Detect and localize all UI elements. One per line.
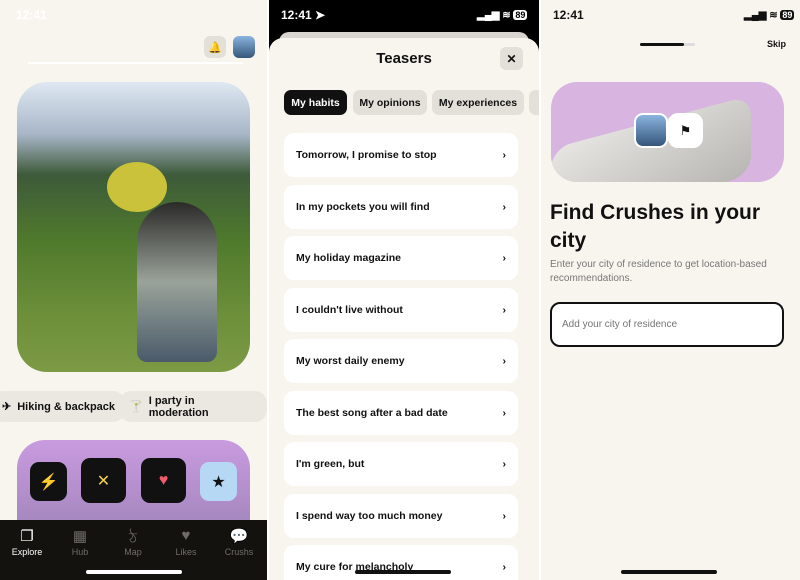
tab-label: Explore xyxy=(11,547,43,557)
progress-fill xyxy=(640,43,684,46)
tab-crushs[interactable]: 💬 Crushs xyxy=(214,527,264,557)
chevron-right-icon: › xyxy=(502,561,507,573)
teaser-item[interactable]: My holiday magazine › xyxy=(284,236,518,280)
chevron-right-icon: › xyxy=(502,200,507,213)
category-more[interactable] xyxy=(529,90,539,115)
teaser-item[interactable]: Tomorrow, I promise to stop › xyxy=(284,133,518,177)
star-icon: ★ xyxy=(211,473,226,491)
superlike-button[interactable]: ★ xyxy=(200,462,237,501)
home-indicator xyxy=(86,570,182,574)
interest-chip: ✈ Hiking & backpack xyxy=(0,391,126,422)
chevron-right-icon: › xyxy=(502,406,507,419)
like-button[interactable]: ♥ xyxy=(141,458,186,503)
tab-bar: ❐ Explore ▦ Hub ঠ Map ♥ Likes 💬 Crushs xyxy=(0,520,267,580)
onboarding-screen: 12:41 ▂▄▆ ≋ 89 Skip ⚑ Find Crushes in yo… xyxy=(541,0,800,580)
battery: 89 xyxy=(513,10,528,20)
chip-label: I party in moderation xyxy=(148,394,209,419)
page-title: Find Crushes in your city xyxy=(550,201,761,252)
chevron-right-icon: › xyxy=(502,149,507,161)
chevron-right-icon: › xyxy=(502,252,507,264)
teaser-item[interactable]: I couldn't live without › xyxy=(284,287,518,332)
home-indicator xyxy=(355,570,451,574)
chip-label: Hiking & backpack xyxy=(17,400,116,413)
category-my-opinions[interactable]: My opinions xyxy=(353,90,427,115)
party-icon: 🍸 xyxy=(129,401,143,413)
close-button[interactable]: ✕ xyxy=(500,47,523,70)
battery: 89 xyxy=(780,10,795,20)
close-icon: ✕ xyxy=(506,51,517,66)
chevron-right-icon: › xyxy=(502,355,507,367)
tab-label: Map xyxy=(124,547,142,557)
notifications-button[interactable]: 🔔 xyxy=(204,36,226,58)
pass-button[interactable]: ✕ xyxy=(81,458,126,503)
heart-icon: ♥ xyxy=(181,527,191,544)
photo-flowers xyxy=(107,162,167,212)
chevron-right-icon: › xyxy=(502,303,507,316)
status-time: 12:41 xyxy=(16,8,47,22)
grid-icon: ▦ xyxy=(72,528,88,545)
onboarding-progress xyxy=(640,43,695,46)
x-icon: ✕ xyxy=(96,472,111,490)
teaser-label: Tomorrow, I promise to stop xyxy=(296,149,437,161)
teasers-screen: 12:41 ➤ ▂▄▆ ≋ 89 Teasers ✕ My habits My … xyxy=(269,0,539,580)
tab-explore[interactable]: ❐ Explore xyxy=(2,527,52,557)
time: 12:41 xyxy=(281,8,312,22)
flag-icon: ⚑ xyxy=(668,113,703,148)
teaser-label: My holiday magazine xyxy=(296,252,402,264)
card-progress-indicator xyxy=(28,62,243,64)
bolt-icon: ⚡ xyxy=(38,473,59,491)
teaser-item[interactable]: My worst daily enemy › xyxy=(284,339,518,383)
teaser-label: The best song after a bad date xyxy=(296,406,448,419)
tab-label: Hub xyxy=(71,547,89,557)
tab-map[interactable]: ঠ Map xyxy=(108,527,158,557)
tab-label: Crushs xyxy=(224,547,254,557)
city-input[interactable] xyxy=(550,302,784,347)
teaser-label: I spend way too much money xyxy=(296,509,443,522)
tab-label: Likes xyxy=(175,547,197,557)
tab-likes[interactable]: ♥ Likes xyxy=(161,527,211,557)
status-time: 12:41 xyxy=(553,8,584,22)
boost-button[interactable]: ⚡ xyxy=(30,462,67,501)
teaser-item[interactable]: I spend way too much money › xyxy=(284,493,518,538)
status-icons: ▂▄▆ ≋ 89 xyxy=(477,10,528,21)
home-indicator xyxy=(621,570,717,574)
teaser-item[interactable]: The best song after a bad date › xyxy=(284,390,518,435)
teaser-label: I couldn't live without xyxy=(296,303,403,316)
chevron-right-icon: › xyxy=(502,458,507,470)
map-icon: ঠ xyxy=(128,530,138,547)
skip-button[interactable]: Skip xyxy=(767,39,786,49)
profile-photo[interactable] xyxy=(17,82,250,372)
status-icons: ▂▄▆ ≋ 89 xyxy=(744,10,795,21)
page-subtitle: Enter your city of residence to get loca… xyxy=(550,259,767,284)
teaser-label: In my pockets you will find xyxy=(296,200,430,213)
teaser-item[interactable]: I'm green, but › xyxy=(284,442,518,486)
explore-icon: ❐ xyxy=(20,528,34,545)
bell-icon: 🔔 xyxy=(208,41,222,54)
status-time: 12:41 ➤ xyxy=(281,8,325,22)
profile-avatar[interactable] xyxy=(233,36,255,58)
teaser-label: My worst daily enemy xyxy=(296,355,405,367)
city-illustration: ⚑ xyxy=(551,82,784,182)
sheet-title: Teasers xyxy=(376,50,432,67)
interest-chip: 🍸 I party in moderation xyxy=(119,391,267,422)
heart-icon: ♥ xyxy=(158,471,169,489)
photo-person xyxy=(137,202,217,362)
explore-screen: 12:41 🔔 ✈ Hiking & backpack 🍸 I party in m… xyxy=(0,0,267,580)
category-my-habits[interactable]: My habits xyxy=(284,90,347,115)
category-my-experiences[interactable]: My experiences xyxy=(432,90,524,115)
teaser-item[interactable]: My cure for melancholy › xyxy=(284,545,518,580)
chevron-right-icon: › xyxy=(502,509,507,522)
tab-hub[interactable]: ▦ Hub xyxy=(55,527,105,557)
plane-icon: ✈ xyxy=(2,401,12,413)
location-arrow-icon: ➤ xyxy=(315,8,326,22)
teaser-label: I'm green, but xyxy=(296,458,365,470)
chat-icon: 💬 xyxy=(229,528,249,545)
teaser-item[interactable]: In my pockets you will find › xyxy=(284,184,518,229)
teasers-sheet: Teasers ✕ My habits My opinions My exper… xyxy=(269,38,539,580)
avatar xyxy=(634,113,668,148)
